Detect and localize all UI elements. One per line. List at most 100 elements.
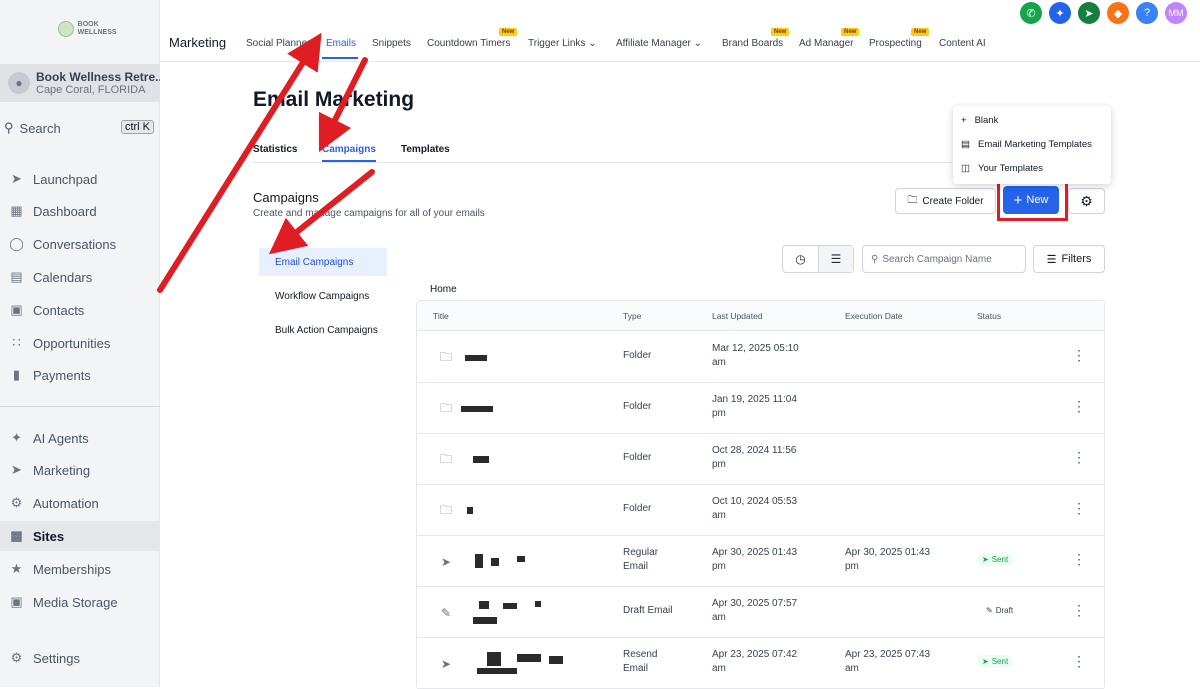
section-title: Campaigns <box>253 190 319 205</box>
tab-social-planner[interactable]: Social Planner <box>246 38 310 49</box>
help-icon[interactable]: ? <box>1136 2 1158 24</box>
menu-item-your-templates[interactable]: ◫ Your Templates <box>961 163 1043 174</box>
row-type-line1: Resend <box>623 649 658 660</box>
sidebar-item-conversations[interactable]: ◯ Conversations <box>0 229 160 259</box>
column-header-type[interactable]: Type <box>623 311 641 321</box>
section-subtitle: Create and manage campaigns for all of y… <box>253 208 485 219</box>
sidebar-item-media-storage[interactable]: ▣ Media Storage <box>0 587 160 617</box>
tab-trigger-links[interactable]: Trigger Links ⌄ <box>528 38 597 49</box>
table-row[interactable]: ➤ Resend Email Apr 23, 2025 07:42 am Apr 2… <box>417 638 1104 689</box>
more-options-icon[interactable]: ⋮ <box>1072 449 1086 466</box>
tab-statistics[interactable]: Statistics <box>253 144 297 155</box>
table-row[interactable]: 🗀 Folder Jan 19, 2025 11:04 pm ⋮ <box>417 383 1104 434</box>
user-avatar[interactable]: MM <box>1165 2 1187 24</box>
calendar-icon: ▤ <box>10 269 23 284</box>
table-row[interactable]: ➤ Regular Email Apr 30, 2025 01:43 pm Apr … <box>417 536 1104 587</box>
column-header-last-updated[interactable]: Last Updated <box>712 311 763 321</box>
table-row[interactable]: 🗀 Folder Oct 28, 2024 11:56 pm ⋮ <box>417 434 1104 485</box>
redacted-title <box>473 617 497 624</box>
location-name: Book Wellness Retre... <box>36 70 160 84</box>
campaign-search-input[interactable]: ⚲ Search Campaign Name <box>862 245 1026 273</box>
tab-prospecting[interactable]: Prospecting <box>869 38 922 49</box>
table-row[interactable]: ✎ Draft Email Apr 30, 2025 07:57 am ✎ Draf… <box>417 587 1104 638</box>
list-icon[interactable]: ☰ <box>817 246 853 272</box>
table-header: Title Type Last Updated Execution Date S… <box>417 301 1104 331</box>
column-header-title[interactable]: Title <box>433 311 449 321</box>
send-icon: ➤ <box>440 555 452 569</box>
tab-campaigns[interactable]: Campaigns <box>322 144 376 155</box>
view-toggle: ◷ ☰ <box>782 245 854 273</box>
settings-button[interactable]: ⚙ <box>1068 188 1105 214</box>
tab-emails[interactable]: Emails <box>326 38 356 49</box>
row-updated-date: Apr 23, 2025 07:42 <box>712 649 798 660</box>
sidebar-item-calendars[interactable]: ▤ Calendars <box>0 262 160 292</box>
tab-snippets[interactable]: Snippets <box>372 38 411 49</box>
sidebar-item-automation[interactable]: ⚙ Automation <box>0 488 160 518</box>
row-updated-time: am <box>712 357 726 368</box>
row-exec-date: Apr 23, 2025 07:43 <box>845 649 931 660</box>
campaign-type-email[interactable]: Email Campaigns <box>259 248 387 276</box>
tab-countdown-timers[interactable]: Countdown Timers <box>427 38 510 49</box>
sidebar-item-memberships[interactable]: ★ Memberships <box>0 554 160 584</box>
row-updated-time: pm <box>712 459 726 470</box>
more-options-icon[interactable]: ⋮ <box>1072 500 1086 517</box>
contacts-icon: ▣ <box>10 302 23 317</box>
redacted-title <box>549 656 563 664</box>
tab-ad-manager[interactable]: Ad Manager <box>799 38 853 49</box>
sidebar-item-dashboard[interactable]: ▦ Dashboard <box>0 196 160 226</box>
status-badge: ➤ Sent <box>977 553 1014 566</box>
phone-icon[interactable]: ✆ <box>1020 2 1042 24</box>
breadcrumb[interactable]: Home <box>430 284 457 295</box>
folder-icon: 🗀 <box>439 502 452 517</box>
sidebar-item-payments[interactable]: ▮ Payments <box>0 360 160 390</box>
gear-icon: ⚙ <box>1080 192 1093 209</box>
column-header-status[interactable]: Status <box>977 311 1001 321</box>
tab-templates[interactable]: Templates <box>401 144 450 155</box>
row-updated: Oct 10, 2024 05:53 am <box>712 495 797 523</box>
redacted-title <box>535 601 541 607</box>
more-options-icon[interactable]: ⋮ <box>1072 551 1086 568</box>
clock-icon[interactable]: ◷ <box>783 246 818 272</box>
sidebar-item-launchpad[interactable]: ➤ Launchpad <box>0 164 160 194</box>
sidebar-divider <box>0 406 160 407</box>
redacted-title <box>479 601 489 609</box>
menu-item-email-marketing-templates[interactable]: ▤ Email Marketing Templates <box>961 139 1092 150</box>
sidebar-search[interactable]: ⚲ Search ctrl K <box>4 117 156 139</box>
new-badge: New <box>499 28 518 36</box>
sidebar-item-sites[interactable]: ▩ Sites <box>0 521 160 551</box>
create-folder-button[interactable]: 🗀 Create Folder <box>895 188 996 214</box>
sidebar-item-label: Dashboard <box>33 203 97 219</box>
sidebar-item-marketing[interactable]: ➤ Marketing <box>0 455 160 485</box>
plus-icon: + <box>961 115 967 126</box>
row-exec: Apr 23, 2025 07:43 am <box>845 648 930 676</box>
top-navigation: Marketing Social Planner Emails Snippets… <box>160 0 1200 62</box>
bell-icon[interactable]: ◆ <box>1107 2 1129 24</box>
megaphone-icon[interactable]: ➤ <box>1078 2 1100 24</box>
tab-content-ai[interactable]: Content AI <box>939 38 986 49</box>
tab-affiliate-manager[interactable]: Affiliate Manager ⌄ <box>616 38 702 49</box>
sidebar-item-label: Settings <box>33 650 80 666</box>
table-row[interactable]: 🗀 Folder Oct 10, 2024 05:53 am ⋮ <box>417 485 1104 536</box>
more-options-icon[interactable]: ⋮ <box>1072 347 1086 364</box>
table-row[interactable]: 🗀 Folder Mar 12, 2025 05:10 am ⋮ <box>417 332 1104 383</box>
magic-icon[interactable]: ✦ <box>1049 2 1071 24</box>
campaign-type-bulk-action[interactable]: Bulk Action Campaigns <box>259 316 387 344</box>
tab-brand-boards[interactable]: Brand Boards <box>722 38 783 49</box>
more-options-icon[interactable]: ⋮ <box>1072 602 1086 619</box>
automation-icon: ⚙ <box>10 495 23 510</box>
location-switcher[interactable]: ● Book Wellness Retre... Cape Coral, FLO… <box>0 64 160 102</box>
company-logo[interactable]: BOOK WELLNESS <box>58 18 138 40</box>
more-options-icon[interactable]: ⋮ <box>1072 653 1086 670</box>
filters-button[interactable]: ☰ Filters <box>1033 245 1105 273</box>
row-type: Folder <box>623 452 652 463</box>
campaign-type-workflow[interactable]: Workflow Campaigns <box>259 282 387 310</box>
sidebar-item-contacts[interactable]: ▣ Contacts <box>0 295 160 325</box>
sidebar-item-ai-agents[interactable]: ✦ AI Agents <box>0 423 160 453</box>
menu-item-blank[interactable]: + Blank <box>961 115 998 126</box>
database-icon: ◫ <box>961 163 970 174</box>
sidebar-item-opportunities[interactable]: ∷ Opportunities <box>0 328 160 358</box>
redacted-title <box>465 355 487 361</box>
column-header-execution-date[interactable]: Execution Date <box>845 311 903 321</box>
sidebar-item-settings[interactable]: ⚙ Settings <box>0 643 160 673</box>
more-options-icon[interactable]: ⋮ <box>1072 398 1086 415</box>
